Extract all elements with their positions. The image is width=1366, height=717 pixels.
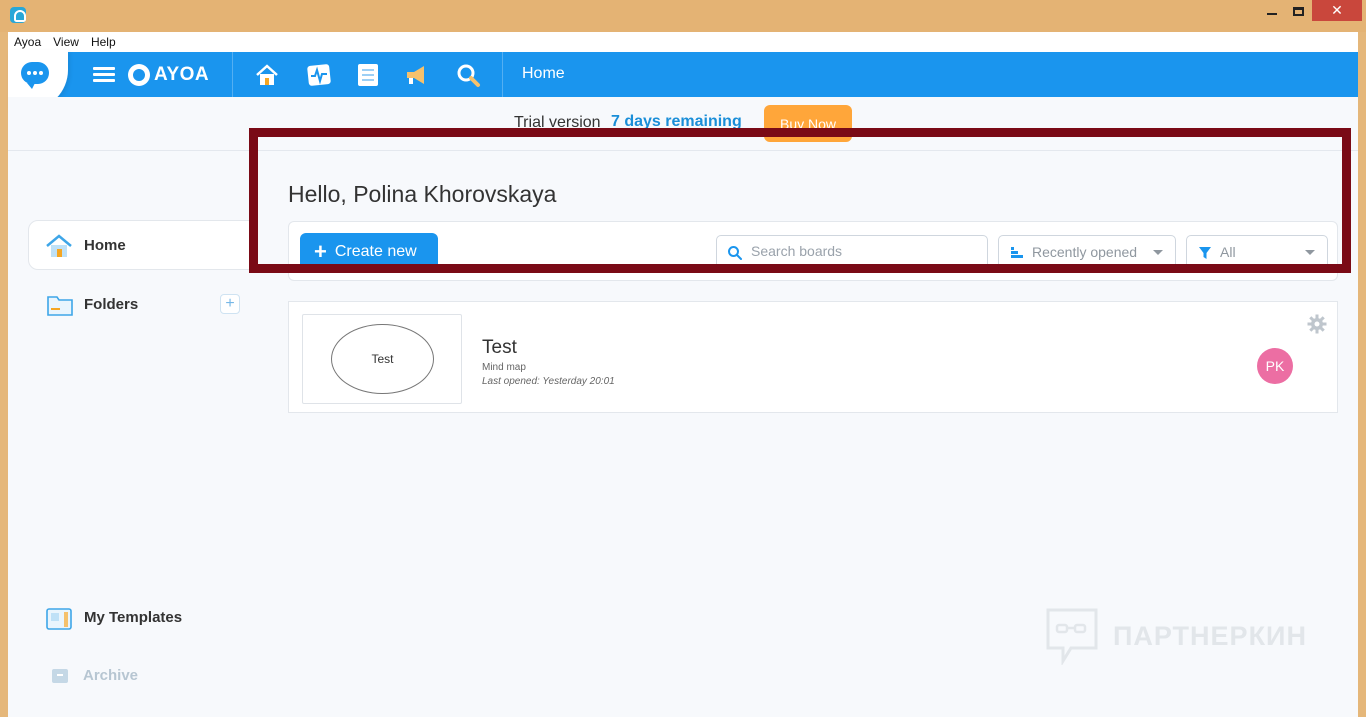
- sidebar-item-home[interactable]: Home: [28, 220, 258, 270]
- page-title: Home: [522, 65, 565, 82]
- folder-icon: [47, 296, 73, 316]
- announcement-icon[interactable]: [404, 62, 430, 88]
- app-icon: [10, 7, 26, 23]
- tasks-icon[interactable]: [355, 62, 381, 88]
- watermark: ПАРТНЕРКИН: [1045, 607, 1307, 665]
- maximize-button[interactable]: [1284, 0, 1312, 22]
- gear-icon[interactable]: [1307, 314, 1327, 334]
- board-type: Mind map: [482, 362, 526, 373]
- archive-icon: [52, 669, 68, 683]
- logo-text: AYOA: [154, 64, 210, 85]
- ayoa-logo[interactable]: AYOA: [128, 62, 209, 88]
- board-thumbnail[interactable]: Test: [302, 314, 462, 404]
- menu-bar: Ayoa View Help: [8, 32, 1358, 52]
- header-divider: [232, 52, 233, 97]
- header-divider: [502, 52, 503, 97]
- board-last-opened: Last opened: Yesterday 20:01: [482, 376, 615, 387]
- close-button[interactable]: ✕: [1312, 0, 1362, 21]
- board-card[interactable]: Test Test Mind map Last opened: Yesterda…: [288, 301, 1338, 413]
- menu-item-help[interactable]: Help: [85, 35, 122, 49]
- board-title[interactable]: Test: [482, 337, 517, 359]
- sidebar-folders-label: Folders: [84, 296, 139, 313]
- watermark-logo-icon: [1046, 608, 1098, 665]
- owner-avatar[interactable]: PK: [1257, 348, 1293, 384]
- highlight-frame: [249, 128, 1351, 273]
- app-header: AYOA Home: [8, 50, 1358, 110]
- window-titlebar: ✕: [0, 0, 1366, 32]
- activity-icon[interactable]: [306, 62, 332, 88]
- minimize-button[interactable]: [1258, 0, 1286, 22]
- chat-icon: [21, 62, 49, 89]
- add-folder-button[interactable]: +: [220, 294, 240, 314]
- menu-item-view[interactable]: View: [47, 35, 85, 49]
- home-icon: [46, 234, 72, 257]
- ayoa-logo-icon: [128, 64, 150, 86]
- templates-icon: [46, 608, 72, 630]
- home-icon[interactable]: [254, 62, 280, 88]
- menu-toggle-button[interactable]: [93, 67, 115, 83]
- sidebar-home-label: Home: [84, 237, 126, 254]
- menu-item-ayoa[interactable]: Ayoa: [8, 35, 47, 49]
- search-icon[interactable]: [455, 62, 481, 88]
- close-icon: ✕: [1331, 2, 1343, 18]
- watermark-text: ПАРТНЕРКИН: [1113, 620, 1307, 651]
- mind-map-central-node: Test: [331, 324, 434, 394]
- sidebar-templates-label: My Templates: [84, 609, 183, 626]
- minimize-icon: [1267, 13, 1277, 15]
- maximize-icon: [1292, 6, 1304, 16]
- sidebar-archive-label: Archive: [83, 667, 139, 684]
